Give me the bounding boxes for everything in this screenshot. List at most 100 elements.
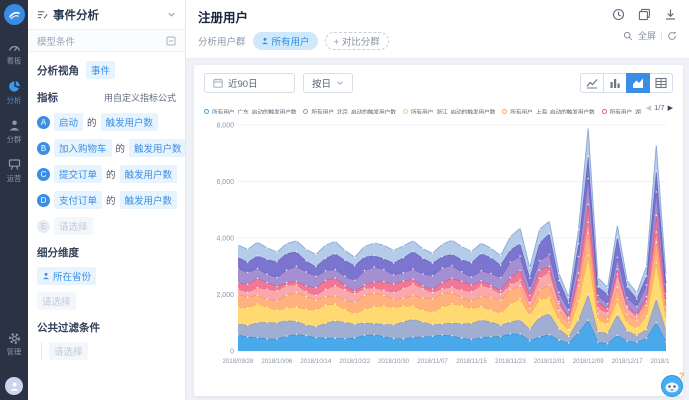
metric-badge: E xyxy=(37,220,50,233)
sidebar-item-analysis[interactable]: 分析 xyxy=(6,80,22,106)
sidebar-item-cohorts[interactable]: 分群 xyxy=(6,119,22,145)
sidebar-item-manage[interactable]: 管理 xyxy=(6,332,22,358)
metric-measure-chip[interactable]: 触发用户数 xyxy=(120,191,178,209)
svg-text:2018/12/01: 2018/12/01 xyxy=(534,358,566,365)
area-chart-button[interactable] xyxy=(626,73,650,93)
chart-legend: 所有用户_广东_启动的触发用户数所有用户_北京_启动的触发用户数 所有用户_浙江_… xyxy=(204,101,673,114)
metric-measure-chip[interactable]: 触发用户数 xyxy=(101,113,159,131)
metric-connector: 的 xyxy=(106,193,116,207)
avatar-icon xyxy=(9,381,20,392)
svg-text:6,000: 6,000 xyxy=(216,179,234,186)
custom-formula-link[interactable]: 用自定义指标公式 xyxy=(104,91,176,104)
clock-icon[interactable] xyxy=(612,8,625,21)
mascot-icon: ? xyxy=(659,371,686,398)
gear-icon xyxy=(8,332,21,345)
legend-pager: ◀ 1/7 ▶ xyxy=(641,101,673,114)
legend-page-indicator: 1/7 xyxy=(654,103,664,112)
legend-prev-icon[interactable]: ◀ xyxy=(646,104,651,112)
svg-text:2,000: 2,000 xyxy=(216,292,234,299)
dashboard-icon xyxy=(8,41,21,54)
legend-item[interactable]: 所有用户_浙江_启动的触发用户数 xyxy=(403,107,495,114)
nav-rail: 看板 分析 分群 运营 xyxy=(0,0,28,400)
date-range-value: 近90日 xyxy=(228,76,286,90)
panel-header: 事件分析 xyxy=(28,0,185,30)
legend-item[interactable]: 所有用户_北京_启动的触发用户数 xyxy=(303,107,395,114)
compare-cohort-button[interactable]: + 对比分群 xyxy=(325,32,389,50)
metric-row-placeholder: E 请选择 xyxy=(37,217,176,235)
add-metric-placeholder[interactable]: 请选择 xyxy=(54,217,93,235)
metric-measure-chip[interactable]: 触发用户数 xyxy=(129,139,185,157)
table-view-button[interactable] xyxy=(649,73,673,93)
legend-items: 所有用户_广东_启动的触发用户数所有用户_北京_启动的触发用户数 所有用户_浙江_… xyxy=(204,101,673,114)
sidebar-item-dashboard[interactable]: 看板 xyxy=(6,41,22,67)
calendar-icon xyxy=(213,78,223,88)
stacked-area-chart[interactable]: 02,0004,0006,0008,0002018/09/282018/10/0… xyxy=(204,117,670,369)
event-analysis-icon xyxy=(37,9,48,20)
chart-toolbar: 近90日 按日 xyxy=(204,73,673,93)
user-icon xyxy=(8,119,21,132)
metric-event-chip[interactable]: 加入购物车 xyxy=(54,139,112,157)
save-icon[interactable] xyxy=(638,8,651,21)
presentation-icon xyxy=(8,158,21,171)
app-window: 看板 分析 分群 运营 xyxy=(0,0,689,400)
legend-item[interactable]: 所有用户_上海_启动的触发用户数 xyxy=(502,107,594,114)
dimension-chip[interactable]: 所在省份 xyxy=(37,267,96,285)
svg-text:2018/12/09: 2018/12/09 xyxy=(573,358,605,365)
main-area: 注册用户 分析用户群 所有用户 + 对比分群 xyxy=(186,0,689,400)
date-range-picker[interactable]: 近90日 xyxy=(204,73,295,93)
fullscreen-zoom-icon[interactable] xyxy=(623,31,633,41)
sidebar-item-label: 管理 xyxy=(7,348,21,358)
svg-text:4,000: 4,000 xyxy=(216,236,234,243)
table-icon xyxy=(655,77,667,89)
metric-badge: B xyxy=(37,142,50,155)
brand-logo[interactable] xyxy=(4,4,25,25)
content-area: 近90日 按日 xyxy=(186,59,689,400)
brand-logo-icon xyxy=(8,8,21,21)
add-filter-placeholder[interactable]: 请选择 xyxy=(49,342,88,360)
svg-text:2018/10/06: 2018/10/06 xyxy=(261,358,293,365)
metric-event-chip[interactable]: 启动 xyxy=(54,113,83,131)
metrics-label: 指标 xyxy=(37,90,58,105)
sidebar-item-label: 分群 xyxy=(7,135,21,145)
legend-next-icon[interactable]: ▶ xyxy=(668,104,673,112)
sidebar-item-operations[interactable]: 运营 xyxy=(6,158,22,184)
view-chip-event[interactable]: 事件 xyxy=(86,61,115,79)
sidebar-item-label: 看板 xyxy=(7,57,21,67)
sidebar-item-label: 运营 xyxy=(7,174,21,184)
metric-event-chip[interactable]: 提交订单 xyxy=(54,165,102,183)
metric-event-chip[interactable]: 支付订单 xyxy=(54,191,102,209)
divider xyxy=(661,31,662,40)
download-icon[interactable] xyxy=(664,8,677,21)
analysis-group-label: 分析用户群 xyxy=(198,34,246,48)
metric-row: B 加入购物车 的 触发用户数 xyxy=(37,139,176,157)
dimension-label: 细分维度 xyxy=(37,245,176,260)
support-mascot[interactable]: ? xyxy=(659,371,686,398)
fullscreen-label[interactable]: 全屏 xyxy=(638,29,656,42)
metric-connector: 的 xyxy=(87,115,97,129)
metric-row: D 支付订单 的 触发用户数 xyxy=(37,191,176,209)
metric-row: A 启动 的 触发用户数 xyxy=(37,113,176,131)
chevron-down-icon[interactable] xyxy=(167,10,176,19)
pie-chart-icon xyxy=(8,80,21,93)
user-avatar[interactable] xyxy=(5,377,23,395)
chevron-down-icon xyxy=(336,79,344,87)
report-header: 注册用户 分析用户群 所有用户 + 对比分群 xyxy=(186,0,689,59)
metric-measure-chip[interactable]: 触发用户数 xyxy=(120,165,178,183)
model-condition-label: 模型条件 xyxy=(37,34,75,48)
metric-badge: C xyxy=(37,168,50,181)
svg-text:2018/11/07: 2018/11/07 xyxy=(417,358,448,365)
svg-text:0: 0 xyxy=(230,349,234,356)
granularity-select[interactable]: 按日 xyxy=(303,73,353,93)
all-users-pill[interactable]: 所有用户 xyxy=(253,32,318,50)
refresh-icon[interactable] xyxy=(667,31,677,41)
svg-text:2018/12/25: 2018/12/25 xyxy=(651,358,670,365)
legend-item[interactable]: 所有用户_广东_启动的触发用户数 xyxy=(204,107,296,114)
bar-chart-icon xyxy=(609,77,621,89)
bar-chart-button[interactable] xyxy=(603,73,627,93)
collapse-panel-icon[interactable] xyxy=(166,36,176,46)
add-dimension-placeholder[interactable]: 请选择 xyxy=(37,292,76,310)
metric-badge: A xyxy=(37,116,50,129)
line-chart-button[interactable] xyxy=(580,73,604,93)
metric-connector: 的 xyxy=(106,167,116,181)
model-condition-bar[interactable]: 模型条件 xyxy=(28,30,185,52)
